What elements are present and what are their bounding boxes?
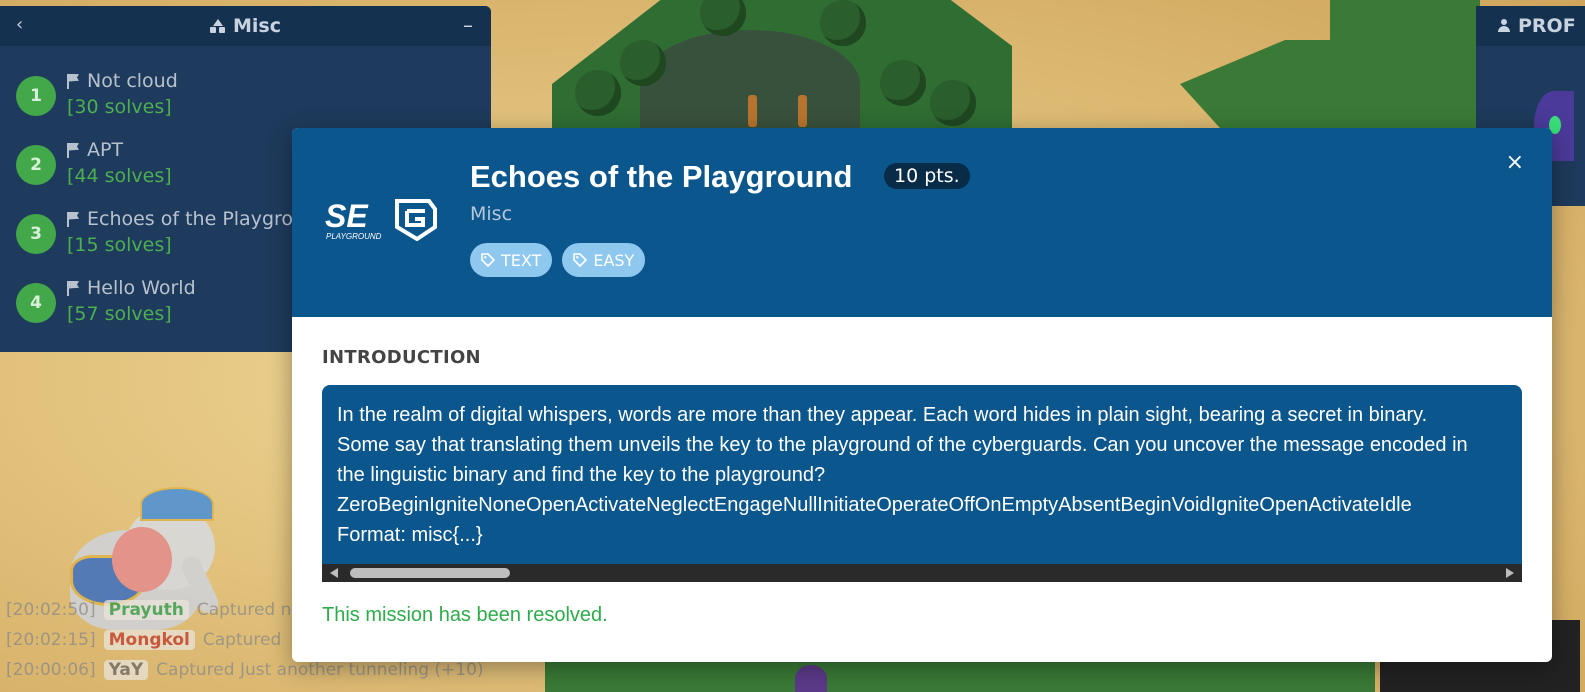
shapes-icon xyxy=(210,19,226,33)
log-time: [20:00:06] xyxy=(6,660,96,680)
log-text: Captured n xyxy=(196,600,292,620)
tag-label: TEXT xyxy=(501,250,542,270)
flag-icon xyxy=(67,142,80,158)
tree xyxy=(620,40,666,86)
challenge-number: 1 xyxy=(16,76,56,116)
profile-panel-title: PROF xyxy=(1518,15,1576,37)
challenge-number: 2 xyxy=(16,145,56,185)
tag-easy: EASY xyxy=(562,243,646,277)
tree xyxy=(820,0,866,46)
flag-icon xyxy=(67,280,80,296)
section-title: INTRODUCTION xyxy=(322,347,481,368)
tag-icon xyxy=(573,253,588,267)
grass-area xyxy=(545,662,1375,692)
flag-icon xyxy=(67,73,80,89)
challenge-number: 4 xyxy=(16,283,56,323)
challenge-name: Hello World xyxy=(87,277,196,299)
log-user: Mongkol xyxy=(103,630,195,650)
grass-area xyxy=(1330,0,1480,60)
encoded-text: ZeroBeginIgniteNoneOpenActivateNeglectEn… xyxy=(337,494,1412,516)
wooden-post xyxy=(748,95,757,127)
log-text: Captured xyxy=(202,630,282,650)
horizontal-scrollbar[interactable] xyxy=(322,564,1522,582)
description-text: In the realm of digital whispers, words … xyxy=(337,404,1468,486)
seg-logo: SE PLAYGROUND xyxy=(325,197,437,242)
logo-text: SE xyxy=(325,198,369,234)
log-entry: [20:02:50] Prayuth Captured n xyxy=(6,600,291,620)
log-entry: [20:02:15] Mongkol Captured xyxy=(6,630,281,650)
log-time: [20:02:50] xyxy=(6,600,96,620)
tag-list: TEXT EASY xyxy=(470,243,646,277)
tag-label: EASY xyxy=(593,250,635,270)
log-user: YaY xyxy=(103,660,149,680)
category-panel-header: ‹ Misc – xyxy=(0,6,491,46)
panel-title-wrap: Misc xyxy=(210,15,281,37)
log-user: Prayuth xyxy=(103,600,189,620)
log-text: Captured Just another tunneling (+10) xyxy=(156,660,484,680)
challenge-number: 3 xyxy=(16,214,56,254)
user-icon xyxy=(1498,19,1510,33)
profile-panel-header[interactable]: PROF xyxy=(1476,6,1585,46)
challenge-solves: [15 solves] xyxy=(67,234,172,256)
challenge-solves: [57 solves] xyxy=(67,303,172,325)
back-chevron-icon[interactable]: ‹ xyxy=(16,14,23,35)
close-button[interactable]: × xyxy=(1506,150,1524,175)
log-time: [20:02:15] xyxy=(6,630,96,650)
flag-format: Format: misc{...} xyxy=(337,524,483,546)
modal-header: SE PLAYGROUND Echoes of the Playground 1… xyxy=(292,128,1552,317)
challenge-name: Not cloud xyxy=(87,70,178,92)
modal-body: INTRODUCTION In the realm of digital whi… xyxy=(292,317,1552,627)
wooden-post xyxy=(798,95,807,127)
points-badge: 10 pts. xyxy=(884,163,970,189)
logo-subtext: PLAYGROUND xyxy=(326,232,382,241)
modal-category: Misc xyxy=(470,203,513,225)
modal-title: Echoes of the Playground xyxy=(470,159,853,194)
log-entry: [20:00:06] YaY Captured Just another tun… xyxy=(6,660,484,680)
challenge-item[interactable]: 1 Not cloud [30 solves] xyxy=(16,68,491,137)
challenge-modal: SE PLAYGROUND Echoes of the Playground 1… xyxy=(292,128,1552,662)
flag-icon xyxy=(67,211,80,227)
tree xyxy=(575,70,621,116)
challenge-name: APT xyxy=(87,139,124,161)
challenge-solves: [44 solves] xyxy=(67,165,172,187)
tree xyxy=(880,60,926,106)
tree xyxy=(930,80,976,126)
tag-text: TEXT xyxy=(470,243,553,277)
panel-title: Misc xyxy=(233,15,281,37)
tag-icon xyxy=(481,253,495,267)
scroll-right-icon[interactable] xyxy=(1506,568,1514,578)
status-message: This mission has been resolved. xyxy=(322,604,608,626)
description-box: In the realm of digital whispers, words … xyxy=(322,385,1522,582)
challenge-solves: [30 solves] xyxy=(67,96,172,118)
scroll-left-icon[interactable] xyxy=(330,568,338,578)
minimize-icon[interactable]: – xyxy=(463,13,473,37)
scroll-thumb[interactable] xyxy=(350,568,510,578)
player-character[interactable] xyxy=(795,665,827,692)
